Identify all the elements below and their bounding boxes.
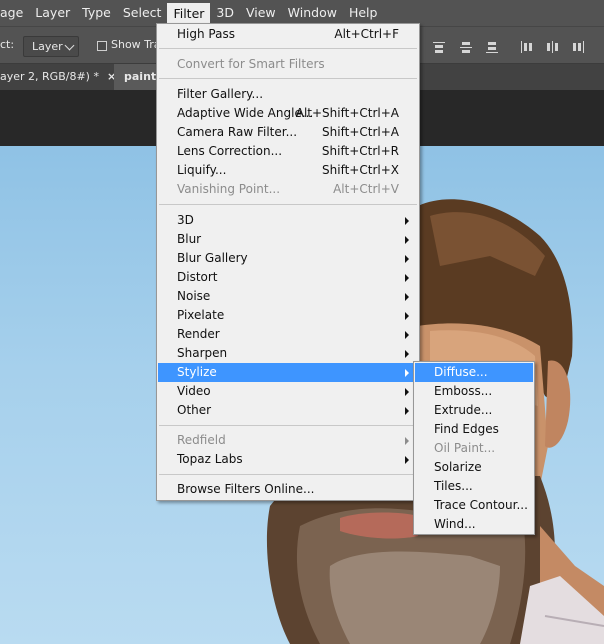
menu-separator: [159, 474, 417, 475]
submenu-arrow-icon: [405, 437, 409, 445]
menu-item-high-pass[interactable]: High Pass Alt+Ctrl+F: [158, 25, 418, 44]
document-tab-label: painti: [124, 70, 160, 83]
submenu-arrow-icon: [405, 350, 409, 358]
submenu-arrow-icon: [405, 274, 409, 282]
submenu-arrow-icon: [405, 217, 409, 225]
show-transform-checkbox[interactable]: [97, 41, 107, 51]
menu-item-find-edges[interactable]: Find Edges: [415, 420, 533, 439]
submenu-arrow-icon: [405, 331, 409, 339]
align-right-icon[interactable]: [570, 39, 586, 55]
menu-item-render[interactable]: Render: [158, 325, 418, 344]
submenu-arrow-icon: [405, 369, 409, 377]
align-bottom-icon[interactable]: [484, 39, 500, 55]
menu-item-pixelate[interactable]: Pixelate: [158, 306, 418, 325]
menu-item-liquify[interactable]: Liquify... Shift+Ctrl+X: [158, 161, 418, 180]
menu-help[interactable]: Help: [343, 2, 384, 24]
submenu-arrow-icon: [405, 236, 409, 244]
menu-item-noise[interactable]: Noise: [158, 287, 418, 306]
align-vertical-center-icon[interactable]: [458, 39, 474, 55]
menu-item-vanishing-point: Vanishing Point... Alt+Ctrl+V: [177, 182, 399, 196]
menu-item-trace-contour[interactable]: Trace Contour...: [415, 496, 533, 515]
align-left-icon[interactable]: [518, 39, 534, 55]
menu-item-extrude[interactable]: Extrude...: [415, 401, 533, 420]
menu-item-3d[interactable]: 3D: [158, 211, 418, 230]
align-top-icon[interactable]: [431, 39, 447, 55]
close-icon[interactable]: ×: [107, 70, 114, 83]
menu-item-stylize[interactable]: Stylize: [158, 363, 418, 382]
submenu-arrow-icon: [405, 312, 409, 320]
submenu-arrow-icon: [405, 456, 409, 464]
menu-item-sharpen[interactable]: Sharpen: [158, 344, 418, 363]
menu-item-distort[interactable]: Distort: [158, 268, 418, 287]
menu-item-filter-gallery[interactable]: Filter Gallery...: [158, 85, 418, 104]
align-horizontal-center-icon[interactable]: [544, 39, 560, 55]
menu-image[interactable]: age: [0, 2, 29, 24]
menu-layer[interactable]: Layer: [29, 2, 76, 24]
menu-item-wind[interactable]: Wind...: [415, 515, 533, 534]
document-tab-label: ayer 2, RGB/8#) *: [0, 70, 99, 83]
sample-label: ct:: [0, 38, 15, 51]
menu-item-emboss[interactable]: Emboss...: [415, 382, 533, 401]
submenu-arrow-icon: [405, 407, 409, 415]
menu-filter[interactable]: Filter: [167, 2, 211, 25]
sample-select-value: Layer: [32, 40, 63, 53]
filter-menu: High Pass Alt+Ctrl+F Convert for Smart Fi…: [156, 23, 420, 501]
menu-item-diffuse[interactable]: Diffuse...: [415, 363, 533, 382]
menu-item-solarize[interactable]: Solarize: [415, 458, 533, 477]
menu-item-other[interactable]: Other: [158, 401, 418, 420]
menu-separator: [159, 48, 417, 49]
menu-item-topaz-labs[interactable]: Topaz Labs: [158, 450, 418, 469]
menu-type[interactable]: Type: [76, 2, 117, 24]
menu-item-convert-smart-filters: Convert for Smart Filters: [177, 57, 325, 71]
menu-item-lens-correction[interactable]: Lens Correction... Shift+Ctrl+R: [158, 142, 418, 161]
menu-view[interactable]: View: [240, 2, 282, 24]
chevron-down-icon: [64, 40, 75, 51]
sample-select[interactable]: Layer: [23, 36, 79, 57]
submenu-arrow-icon: [405, 293, 409, 301]
menu-item-blur-gallery[interactable]: Blur Gallery: [158, 249, 418, 268]
menu-select[interactable]: Select: [117, 2, 168, 24]
stylize-submenu: Diffuse... Emboss... Extrude... Find Edg…: [413, 361, 535, 535]
menu-separator: [159, 204, 417, 205]
menu-item-tiles[interactable]: Tiles...: [415, 477, 533, 496]
menu-item-redfield: Redfield: [158, 431, 418, 450]
menu-item-video[interactable]: Video: [158, 382, 418, 401]
menu-3d[interactable]: 3D: [210, 2, 240, 24]
submenu-arrow-icon: [405, 255, 409, 263]
menu-separator: [159, 425, 417, 426]
menu-separator: [159, 78, 417, 79]
menu-item-oil-paint: Oil Paint...: [434, 441, 496, 455]
menu-window[interactable]: Window: [282, 2, 343, 24]
menu-item-adaptive-wide-angle[interactable]: Adaptive Wide Angle... Alt+Shift+Ctrl+A: [158, 104, 418, 123]
menu-item-browse-filters-online[interactable]: Browse Filters Online...: [158, 480, 418, 499]
menu-item-camera-raw-filter[interactable]: Camera Raw Filter... Shift+Ctrl+A: [158, 123, 418, 142]
document-tab-layer2[interactable]: ayer 2, RGB/8#) * ×: [0, 64, 114, 90]
submenu-arrow-icon: [405, 388, 409, 396]
menu-item-blur[interactable]: Blur: [158, 230, 418, 249]
